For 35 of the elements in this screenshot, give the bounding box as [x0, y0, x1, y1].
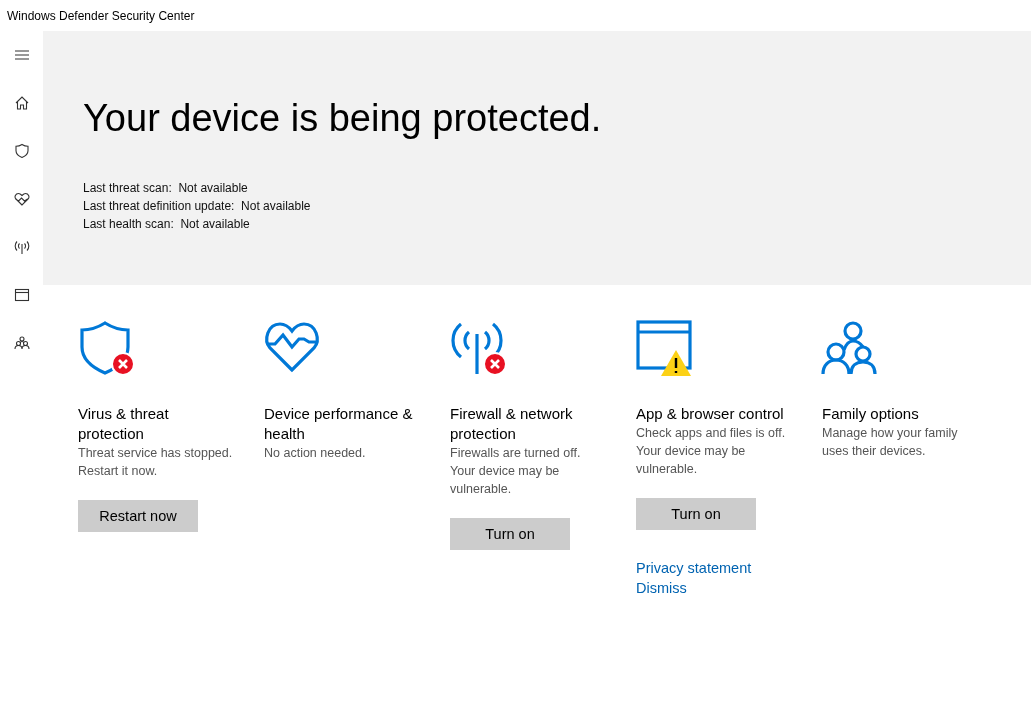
card-description: Check apps and files is off. Your device may be vulnerable.	[636, 425, 787, 478]
action-button[interactable]: Turn on	[450, 518, 570, 550]
action-button[interactable]: Turn on	[636, 498, 756, 530]
home-icon[interactable]	[13, 95, 30, 111]
menu-icon[interactable]	[13, 47, 30, 63]
family-icon	[821, 321, 877, 376]
action-button[interactable]: Restart now	[78, 500, 198, 532]
card-title[interactable]: Family options	[822, 404, 919, 424]
error-badge-icon	[111, 352, 135, 376]
family-icon[interactable]	[13, 335, 30, 351]
card-description: No action needed.	[264, 445, 366, 462]
headline: Your device is being protected.	[83, 99, 603, 137]
heart-icon	[265, 322, 319, 372]
scan-status: Last threat definition update: Not available	[83, 198, 312, 215]
link[interactable]: Privacy statement	[636, 558, 752, 578]
antenna-icon[interactable]	[13, 239, 30, 255]
shield-icon[interactable]	[13, 143, 30, 159]
window-title: Windows Defender Security Center	[7, 8, 195, 23]
card-title[interactable]: App & browser control	[636, 404, 784, 424]
heart-icon[interactable]	[13, 191, 30, 207]
error-badge-icon	[483, 352, 507, 376]
card-description: Manage how your family uses their devices.	[822, 425, 959, 460]
warning-icon	[661, 350, 691, 376]
antenna-icon	[451, 322, 503, 376]
card-title[interactable]: Firewall & network protection	[450, 404, 605, 444]
scan-status: Last health scan: Not available	[83, 216, 251, 233]
shield-icon	[80, 321, 130, 375]
browser-window-icon	[636, 320, 692, 370]
browser-window-icon[interactable]	[13, 287, 30, 303]
link[interactable]: Dismiss	[636, 578, 752, 598]
card-title[interactable]: Virus & threat protection	[78, 404, 233, 444]
scan-status: Last threat scan: Not available	[83, 180, 249, 197]
card-title[interactable]: Device performance & health	[264, 404, 419, 444]
card-description: Firewalls are turned off. Your device may be vulnerable.	[450, 445, 582, 498]
card-description: Threat service has stopped. Restart it now.	[78, 445, 233, 480]
